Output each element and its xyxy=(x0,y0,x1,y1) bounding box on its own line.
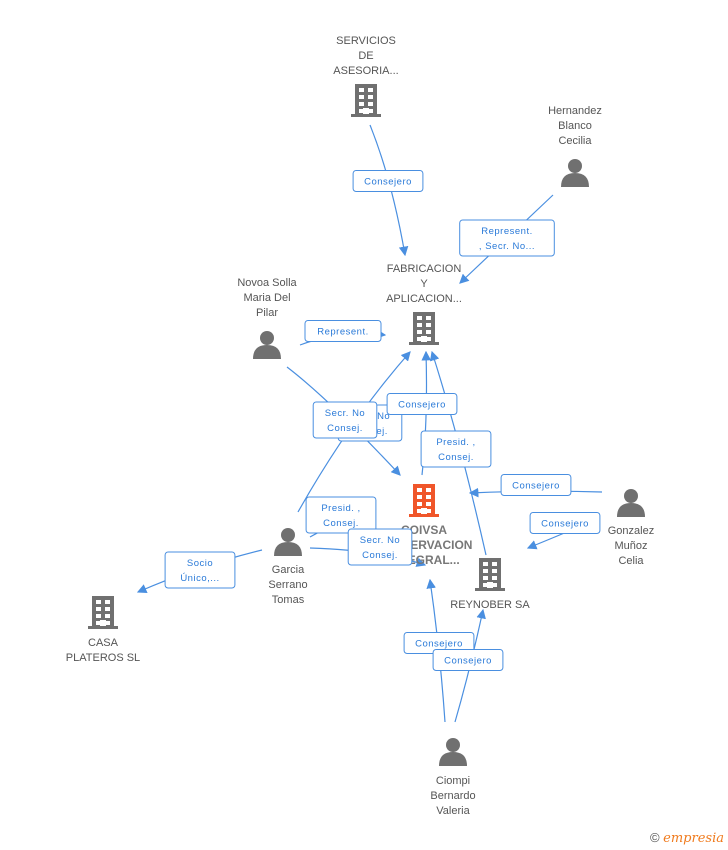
edge-label[interactable]: Presid. , Consej. xyxy=(420,430,492,468)
node-casa[interactable]: CASA PLATEROS SL xyxy=(66,596,140,664)
person-icon xyxy=(561,159,589,187)
copyright-icon: © xyxy=(649,830,660,845)
edge-label-text: Consejero xyxy=(444,656,492,667)
edge-label[interactable]: Presid. , Consej. xyxy=(305,496,377,534)
person-icon xyxy=(439,738,467,766)
edge-label-text: Represent. xyxy=(317,327,368,338)
edge-label[interactable]: Consejero xyxy=(529,512,601,534)
node-label: PLATEROS SL xyxy=(66,652,140,664)
node-label: Bernardo xyxy=(430,790,475,802)
edge-label[interactable]: Consejero xyxy=(432,649,504,671)
edge-label-text: Consej. xyxy=(323,518,359,529)
brand-logo: empresia xyxy=(663,831,724,846)
edge-label[interactable]: Represent. xyxy=(304,320,382,342)
node-label: Garcia xyxy=(272,564,305,576)
node-label: Novoa Solla xyxy=(237,277,297,289)
node-ciompi[interactable]: Ciompi Bernardo Valeria xyxy=(430,738,476,817)
node-label: APLICACION... xyxy=(386,293,462,305)
node-label: Ciompi xyxy=(436,775,470,787)
node-label: Maria Del xyxy=(243,292,290,304)
person-icon xyxy=(274,528,302,556)
network-diagram: SERVICIOS DE ASESORIA... Hernandez Blanco Cec… xyxy=(0,0,728,850)
edge-label-text: Socio xyxy=(187,558,213,569)
edge-label[interactable]: Consejero xyxy=(500,474,572,496)
node-fabricacion[interactable]: FABRICACION Y APLICACION... xyxy=(386,263,462,345)
node-label: ASESORIA... xyxy=(333,65,398,77)
person-icon xyxy=(617,489,645,517)
edge-label-text: Único,... xyxy=(180,573,219,584)
edge-label-text: Consejero xyxy=(415,639,463,650)
edge-label-text: Consej. xyxy=(438,452,474,463)
edge-label-text: Consejero xyxy=(364,177,412,188)
edge-label-text: Consej. xyxy=(362,550,398,561)
node-label: Y xyxy=(420,278,428,290)
person-icon xyxy=(253,331,281,359)
edge-label-text: Secr. No xyxy=(360,535,400,546)
node-label: SERVICIOS xyxy=(336,35,396,47)
node-label: Valeria xyxy=(436,805,470,817)
edge-label-text: Consej. xyxy=(327,423,363,434)
node-novoa[interactable]: Novoa Solla Maria Del Pilar xyxy=(237,277,298,359)
node-label: FABRICACION xyxy=(387,263,462,275)
node-label: Muñoz xyxy=(614,540,647,552)
edge-label-text: Presid. , xyxy=(321,503,360,514)
edge-label-text: Secr. No xyxy=(325,408,365,419)
edge-label-text: Presid. , xyxy=(436,437,475,448)
edge-label[interactable]: Secr. No Consej. xyxy=(347,528,413,566)
node-servicios[interactable]: SERVICIOS DE ASESORIA... xyxy=(333,35,399,117)
node-label: REYNOBER SA xyxy=(450,599,530,611)
edge-label-text: Represent. xyxy=(481,226,532,237)
node-label: CASA xyxy=(88,637,119,649)
brand-footer: © empresia xyxy=(650,830,724,846)
edge-label-text: Consejero xyxy=(398,400,446,411)
edge-label-text: Consejero xyxy=(541,519,589,530)
node-label: Cecilia xyxy=(558,135,592,147)
node-reynober[interactable]: REYNOBER SA xyxy=(450,558,530,611)
building-icon xyxy=(351,84,381,117)
edge-label[interactable]: Consejero xyxy=(352,170,424,192)
edge-label[interactable]: Consejero xyxy=(386,393,458,415)
node-label: Hernandez xyxy=(548,105,602,117)
node-label: Pilar xyxy=(256,307,278,319)
node-label: Tomas xyxy=(272,594,305,606)
node-label: Blanco xyxy=(558,120,592,132)
building-icon xyxy=(475,558,505,591)
node-garcia[interactable]: Garcia Serrano Tomas xyxy=(268,528,308,606)
node-label: Celia xyxy=(618,555,644,567)
edge-label-text: Consejero xyxy=(512,481,560,492)
edge-label[interactable]: Represent. , Secr. No... xyxy=(459,219,555,257)
diagram-canvas: SERVICIOS DE ASESORIA... Hernandez Blanco Cec… xyxy=(66,35,654,817)
edge-label[interactable]: Secr. No Consej. xyxy=(312,401,378,439)
building-icon xyxy=(409,312,439,345)
node-label: Gonzalez xyxy=(608,525,654,537)
node-label: DE xyxy=(358,50,373,62)
building-icon xyxy=(88,596,118,629)
edge-label[interactable]: Socio Único,... xyxy=(164,551,236,589)
node-label: Serrano xyxy=(268,579,307,591)
building-icon xyxy=(409,484,439,517)
edge-label-text: , Secr. No... xyxy=(479,241,535,252)
node-hernandez[interactable]: Hernandez Blanco Cecilia xyxy=(548,105,602,187)
node-gonzalez[interactable]: Gonzalez Muñoz Celia xyxy=(608,489,654,567)
